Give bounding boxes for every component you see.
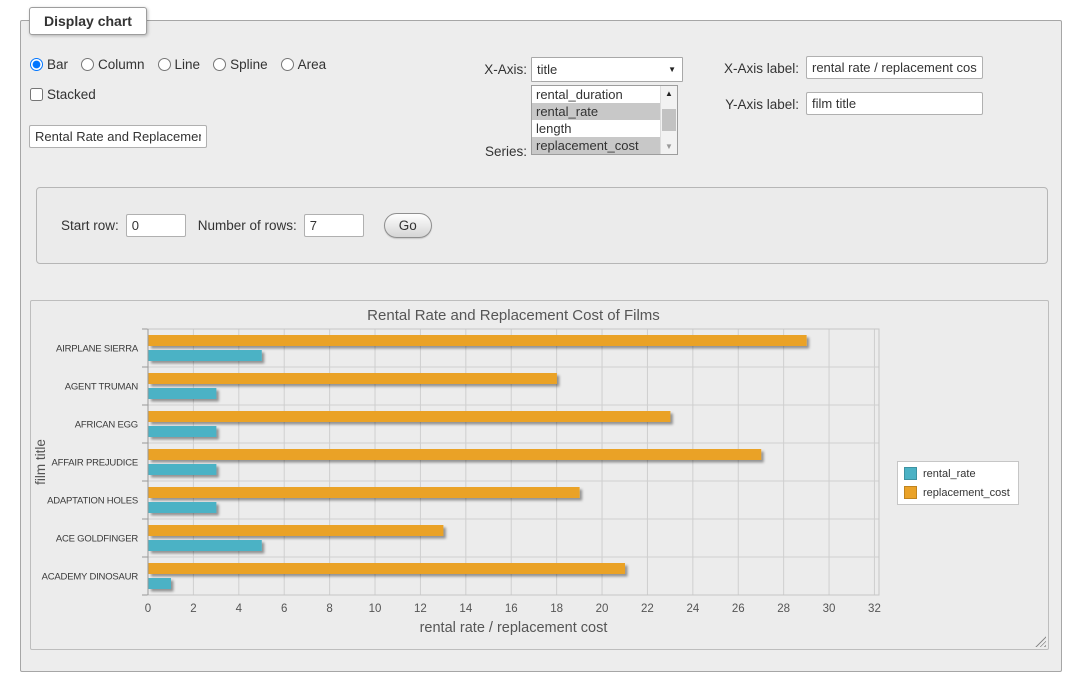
- category-label: AGENT TRUMAN: [65, 382, 139, 393]
- legend-label: replacement_cost: [923, 487, 1010, 499]
- chart-type-radio-label: Column: [98, 57, 145, 72]
- chart-type-option-column[interactable]: Column: [81, 57, 145, 72]
- number-of-rows-label: Number of rows:: [198, 218, 297, 233]
- x-axis-select[interactable]: title: [531, 57, 683, 82]
- x-tick-label: 24: [686, 603, 699, 615]
- x-axis-select-label: X-Axis:: [401, 62, 527, 77]
- x-tick-label: 18: [550, 603, 563, 615]
- y-axis-label-label: Y-Axis label:: [673, 97, 799, 112]
- chart-title: Rental Rate and Replacement Cost of Film…: [367, 307, 660, 324]
- bar-rental_rate: [149, 426, 217, 437]
- bar-replacement_cost: [149, 373, 557, 384]
- x-tick-label: 10: [369, 603, 382, 615]
- x-tick-label: 28: [777, 603, 790, 615]
- series-list-label: Series:: [401, 144, 527, 159]
- scrollbar-thumb[interactable]: [662, 109, 676, 131]
- legend-swatch: [904, 486, 917, 499]
- bar-replacement_cost: [149, 487, 580, 498]
- series-options: rental_durationrental_ratelengthreplacem…: [532, 86, 660, 154]
- legend-swatch: [904, 467, 917, 480]
- x-tick-label: 0: [145, 603, 151, 615]
- bar-rental_rate: [149, 540, 262, 551]
- chart-type-group: Bar Column Line Spline Area: [30, 55, 326, 73]
- display-chart-panel: Display chart BarColumnLineSplineArea St…: [20, 20, 1062, 672]
- x-tick-label: 26: [732, 603, 745, 615]
- chart-title-input[interactable]: [29, 125, 207, 148]
- chart-type-radio-column[interactable]: [81, 58, 94, 71]
- chart-type-radio-area[interactable]: [281, 58, 294, 71]
- go-button[interactable]: Go: [384, 213, 432, 238]
- x-tick-label: 30: [823, 603, 836, 615]
- chart-type-radio-line[interactable]: [158, 58, 171, 71]
- chart-type-radio-bar[interactable]: [30, 58, 43, 71]
- bar-chart: 02468101214161820222426283032AIRPLANE SI…: [30, 300, 1049, 650]
- bar-replacement_cost: [149, 563, 626, 574]
- series-option-rental_duration[interactable]: rental_duration: [532, 86, 660, 103]
- bar-replacement_cost: [149, 335, 807, 346]
- bar-rental_rate: [149, 464, 217, 475]
- chart-type-option-spline[interactable]: Spline: [213, 57, 268, 72]
- start-row-input[interactable]: [126, 214, 186, 237]
- stacked-row: Stacked: [30, 87, 96, 105]
- legend-label: rental_rate: [923, 468, 976, 480]
- series-listbox[interactable]: rental_durationrental_ratelengthreplacem…: [531, 85, 678, 155]
- y-axis-title: film title: [33, 439, 48, 485]
- chart-legend: rental_rate replacement_cost: [897, 461, 1019, 505]
- x-axis-select-wrap: title ▼: [531, 57, 683, 82]
- scroll-down-icon[interactable]: ▼: [661, 139, 677, 154]
- row-range-panel: Start row: Number of rows: Go: [36, 187, 1048, 264]
- category-label: AIRPLANE SIERRA: [56, 344, 139, 355]
- bar-replacement_cost: [149, 525, 444, 536]
- chart-type-radio-label: Line: [175, 57, 201, 72]
- bar-rental_rate: [149, 578, 171, 589]
- x-axis-label-label: X-Axis label:: [673, 61, 799, 76]
- x-tick-label: 6: [281, 603, 287, 615]
- x-tick-label: 22: [641, 603, 654, 615]
- panel-title: Display chart: [29, 7, 147, 35]
- bar-rental_rate: [149, 350, 262, 361]
- start-row-label: Start row:: [61, 218, 119, 233]
- stacked-option[interactable]: Stacked: [30, 87, 96, 102]
- x-tick-label: 16: [505, 603, 518, 615]
- bar-replacement_cost: [149, 449, 762, 460]
- x-tick-label: 32: [868, 603, 881, 615]
- x-tick-label: 20: [596, 603, 609, 615]
- bar-rental_rate: [149, 388, 217, 399]
- x-tick-label: 4: [236, 603, 243, 615]
- series-option-rental_rate[interactable]: rental_rate: [532, 103, 660, 120]
- category-label: AFFAIR PREJUDICE: [51, 458, 138, 469]
- category-label: ACADEMY DINOSAUR: [42, 572, 139, 583]
- series-option-length[interactable]: length: [532, 120, 660, 137]
- chart-type-radio-label: Bar: [47, 57, 68, 72]
- chart-type-radio-spline[interactable]: [213, 58, 226, 71]
- chart-type-radio-label: Area: [298, 57, 327, 72]
- y-axis-label-input[interactable]: [806, 92, 983, 115]
- stacked-label: Stacked: [47, 87, 96, 102]
- stacked-checkbox[interactable]: [30, 88, 43, 101]
- x-axis-title: rental rate / replacement cost: [420, 620, 608, 636]
- chart-type-option-line[interactable]: Line: [158, 57, 201, 72]
- category-label: AFRICAN EGG: [75, 420, 138, 431]
- number-of-rows-input[interactable]: [304, 214, 364, 237]
- chart-type-radio-label: Spline: [230, 57, 268, 72]
- series-option-replacement_cost[interactable]: replacement_cost: [532, 137, 660, 154]
- category-label: ACE GOLDFINGER: [56, 534, 139, 545]
- legend-item-rental_rate: rental_rate: [904, 467, 1010, 480]
- x-tick-label: 2: [190, 603, 196, 615]
- chart-type-option-bar[interactable]: Bar: [30, 57, 68, 72]
- x-tick-label: 8: [326, 603, 332, 615]
- bar-replacement_cost: [149, 411, 671, 422]
- bar-rental_rate: [149, 502, 217, 513]
- category-label: ADAPTATION HOLES: [47, 496, 138, 507]
- x-axis-label-input[interactable]: [806, 56, 983, 79]
- chart-type-option-area[interactable]: Area: [281, 57, 327, 72]
- x-tick-label: 12: [414, 603, 427, 615]
- chart-canvas: 02468101214161820222426283032AIRPLANE SI…: [31, 301, 1048, 647]
- legend-item-replacement_cost: replacement_cost: [904, 486, 1010, 499]
- x-tick-label: 14: [459, 603, 472, 615]
